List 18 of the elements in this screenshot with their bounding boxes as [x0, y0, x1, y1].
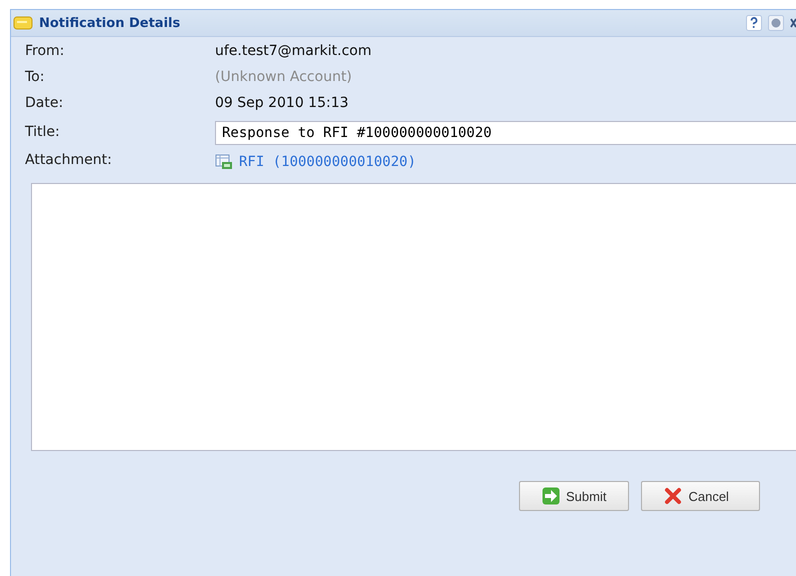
field-label: Title: — [25, 124, 61, 142]
help-icon[interactable] — [746, 15, 762, 31]
field-value: ufe.test7@markit.com — [215, 43, 372, 61]
cancel-button[interactable]: Cancel — [641, 481, 760, 511]
field-label: Date: — [25, 95, 64, 113]
field-value: 09 Sep 2010 15:13 — [215, 95, 350, 113]
submit-button[interactable]: Submit — [519, 481, 630, 511]
arrow-icon — [542, 487, 560, 505]
field-label: From: — [25, 43, 66, 61]
attachment-link[interactable]: RFI (100000000010020) — [239, 154, 416, 170]
field-value: (Unknown Account) — [215, 69, 353, 87]
window-title: Notification Details — [39, 16, 182, 30]
field-label: Attachment: — [25, 152, 113, 170]
cross-icon — [664, 487, 682, 505]
note-icon — [13, 16, 33, 30]
title-field[interactable]: Response to RFI #100000000010020 — [215, 121, 796, 145]
spreadsheet-icon — [215, 154, 233, 170]
field-label: To: — [25, 69, 46, 87]
